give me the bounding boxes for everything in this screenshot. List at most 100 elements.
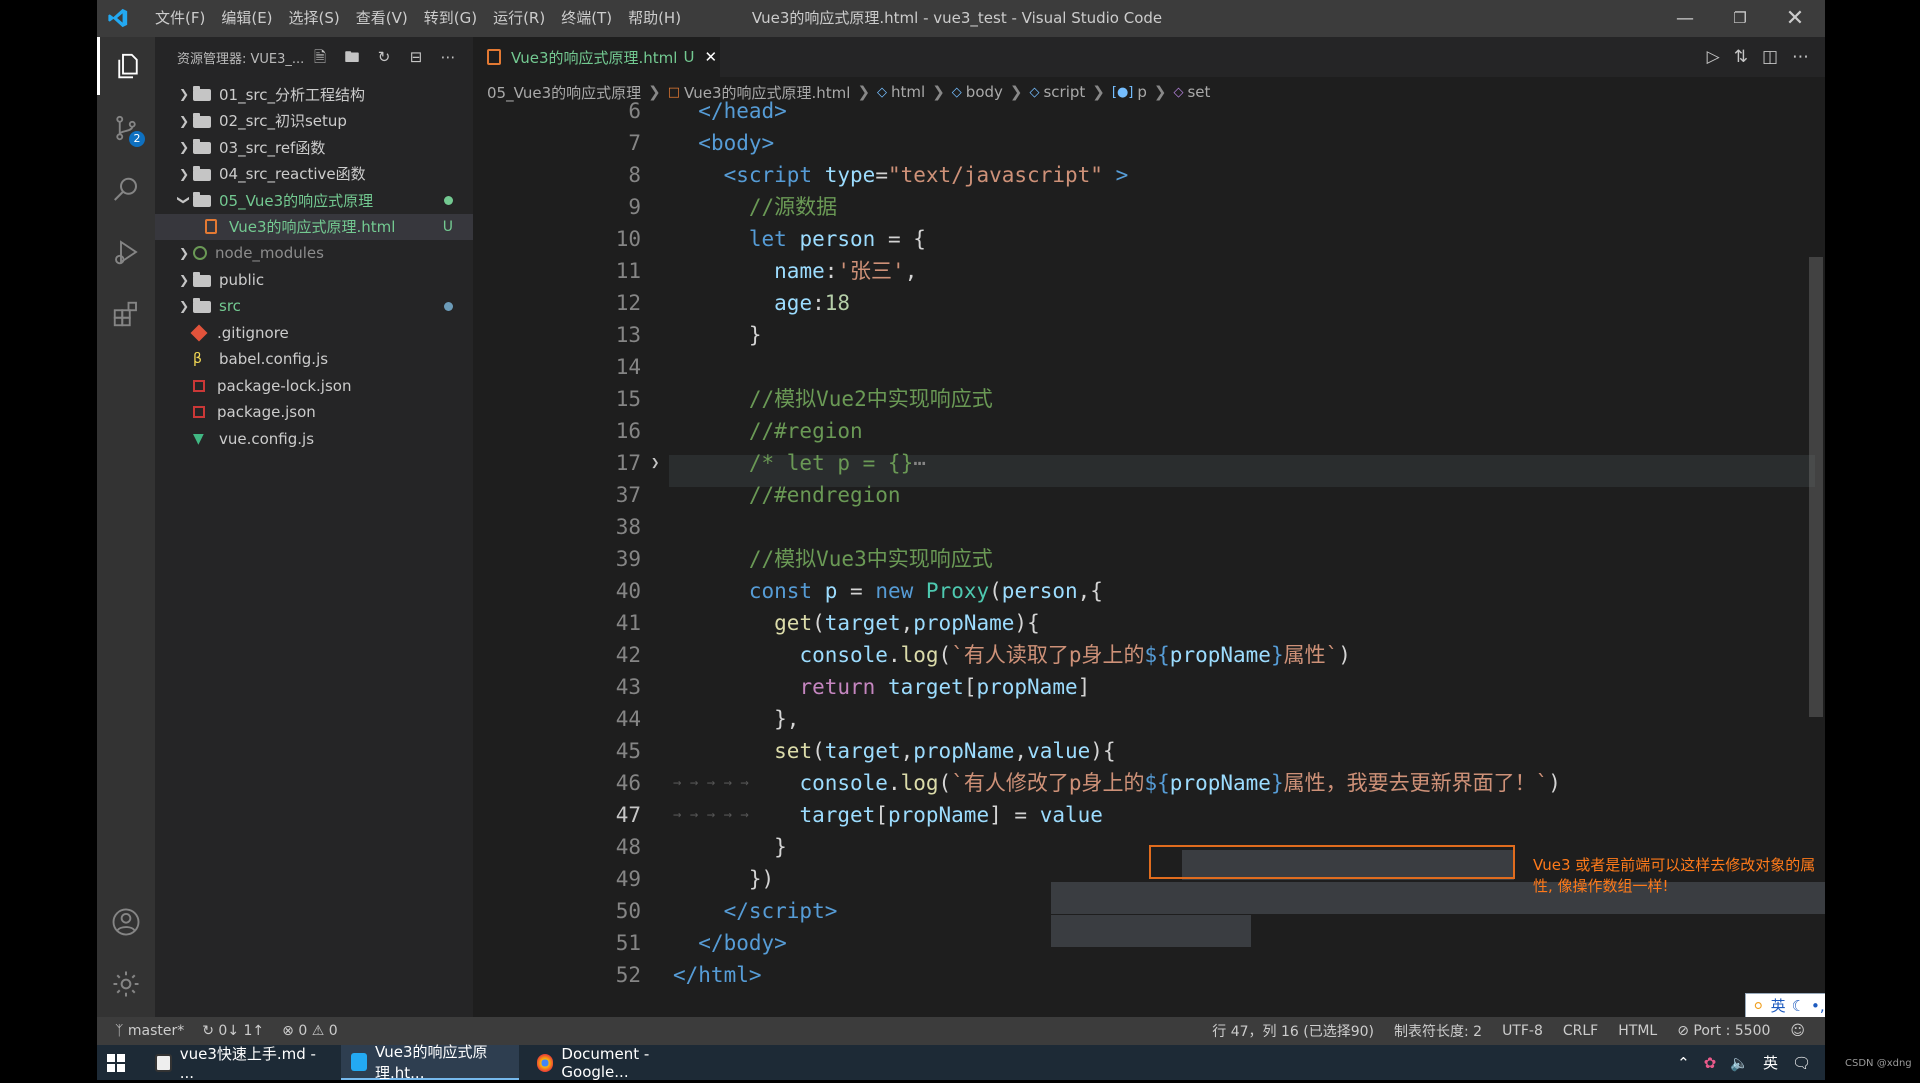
problems-indicator[interactable]: ⊗ 0 ⚠ 0 xyxy=(282,1023,337,1039)
chevron-up-icon[interactable]: ⌃ xyxy=(1677,1054,1690,1072)
code-text: target[propName] = value xyxy=(799,803,1103,827)
live-server-port[interactable]: ⊘ Port : 5500 xyxy=(1677,1023,1770,1039)
volume-icon[interactable]: 🔈 xyxy=(1730,1054,1749,1072)
chevron-right-icon: ❯ xyxy=(178,87,190,102)
line-number: 49 xyxy=(615,867,641,891)
menu-terminal[interactable]: 终端(T) xyxy=(553,0,620,37)
start-button[interactable] xyxy=(97,1045,137,1080)
close-window-button[interactable]: ✕ xyxy=(1767,0,1823,37)
manage-gear-icon[interactable] xyxy=(97,955,155,1013)
chrome-app-icon xyxy=(537,1053,554,1072)
tree-item-vue-config[interactable]: ▼ vue.config.js xyxy=(155,426,473,453)
taskbar-item-typora[interactable]: vue3快速上手.md - ... xyxy=(145,1045,321,1082)
minimize-button[interactable]: — xyxy=(1657,0,1713,37)
vscode-logo-icon xyxy=(108,8,128,28)
line-number: 52 xyxy=(615,963,641,987)
code-text: console.log(`有人读取了p身上的${propName}属性`) xyxy=(799,643,1351,667)
tree-item-04-src[interactable]: ❯ 04_src_reactive函数 xyxy=(155,161,473,188)
tree-item-03-src[interactable]: ❯ 03_src_ref函数 xyxy=(155,134,473,161)
tray-app-icon[interactable]: ✿ xyxy=(1704,1054,1717,1072)
code-line: 52 </html> xyxy=(473,959,1825,991)
notification-icon[interactable]: 🗨 xyxy=(1792,1054,1811,1072)
new-file-icon[interactable]: 🗎 xyxy=(309,46,331,68)
compare-changes-icon[interactable]: ⇅ xyxy=(1734,47,1748,67)
tree-item-src[interactable]: ❯ src xyxy=(155,293,473,320)
explorer-icon[interactable] xyxy=(97,37,155,95)
vscode-app-icon xyxy=(351,1052,367,1071)
tree-item-babel[interactable]: β babel.config.js xyxy=(155,346,473,373)
watermark: CSDN @xdng xyxy=(1845,1058,1912,1069)
tree-item-node-modules[interactable]: ❯ node_modules xyxy=(155,240,473,267)
line-number: 39 xyxy=(615,547,641,571)
language-mode[interactable]: HTML xyxy=(1618,1023,1657,1039)
branch-indicator[interactable]: ᛉ master* xyxy=(115,1023,184,1039)
scrollbar[interactable] xyxy=(1809,257,1823,717)
split-editor-icon[interactable]: ◫ xyxy=(1762,47,1778,67)
tab-status: U xyxy=(683,48,695,66)
ime-language[interactable]: 英 xyxy=(1771,995,1786,1016)
code-text: age:18 xyxy=(774,291,851,315)
feedback-icon[interactable]: ☺ xyxy=(1790,1023,1805,1039)
fold-chevron-icon[interactable]: ❯ xyxy=(651,447,659,479)
source-control-badge: 2 xyxy=(129,131,145,147)
menu-file[interactable]: 文件(F) xyxy=(147,0,213,37)
code-text: }, xyxy=(673,707,800,731)
tree-item-02-src[interactable]: ❯ 02_src_初识setup xyxy=(155,108,473,135)
taskbar: vue3快速上手.md - ... Vue3的响应式原理.ht... Docum… xyxy=(97,1043,1825,1082)
taskbar-item-vscode[interactable]: Vue3的响应式原理.ht... xyxy=(341,1043,519,1082)
cursor-position[interactable]: 行 47，列 16 (已选择90) xyxy=(1212,1021,1374,1041)
collapse-all-icon[interactable]: ⊟ xyxy=(405,46,427,68)
line-number: 44 xyxy=(615,707,641,731)
tree-item-05-vue3[interactable]: ❯ 05_Vue3的响应式原理 xyxy=(155,187,473,214)
restore-button[interactable]: ❐ xyxy=(1712,0,1768,37)
end-of-line[interactable]: CRLF xyxy=(1563,1023,1598,1039)
code-line: 42 console.log(`有人读取了p身上的${propName}属性`) xyxy=(473,639,1825,671)
line-number: 11 xyxy=(615,259,641,283)
indentation[interactable]: 制表符长度: 2 xyxy=(1394,1021,1482,1041)
code-line: 6 </head> xyxy=(473,95,1825,127)
menu-selection[interactable]: 选择(S) xyxy=(281,0,348,37)
menu-edit[interactable]: 编辑(E) xyxy=(213,0,280,37)
status-bar: ᛉ master* ↻ 0↓ 1↑ ⊗ 0 ⚠ 0 行 47，列 16 (已选择… xyxy=(97,1017,1825,1045)
tree-item-01-src[interactable]: ❯ 01_src_分析工程结构 xyxy=(155,81,473,108)
ime-toolbar[interactable]: ⚪ 英 ☾ •, ⌨ ☻ 🔧 xyxy=(1745,993,1825,1018)
tray-language[interactable]: 英 xyxy=(1763,1052,1778,1073)
system-tray: ⌃ ✿ 🔈 英 🗨 xyxy=(1677,1045,1811,1080)
tree-item-public[interactable]: ❯ public xyxy=(155,267,473,294)
run-debug-icon[interactable] xyxy=(97,223,155,281)
html-file-icon xyxy=(487,49,501,65)
close-tab-icon[interactable]: ✕ xyxy=(704,48,717,66)
code-text: </html> xyxy=(673,963,762,987)
menu-run[interactable]: 运行(R) xyxy=(485,0,553,37)
code-line: 16 //#region xyxy=(473,415,1825,447)
line-number: 12 xyxy=(615,291,641,315)
menu-go[interactable]: 转到(G) xyxy=(416,0,485,37)
taskbar-item-chrome[interactable]: Document - Google... xyxy=(527,1045,707,1081)
code-line: 47 → → → → → target[propName] = value xyxy=(473,799,1825,831)
punctuation-icon[interactable]: •, xyxy=(1811,997,1825,1015)
extensions-icon[interactable] xyxy=(97,285,155,343)
menu-view[interactable]: 查看(V) xyxy=(348,0,416,37)
code-editor[interactable]: 6 </head> 7 <body> 8 <script type="text/… xyxy=(473,99,1825,1017)
tree-item-vue3-html[interactable]: Vue3的响应式原理.html U xyxy=(155,213,473,240)
tab-vue3-html[interactable]: Vue3的响应式原理.html U ✕ xyxy=(473,37,720,77)
run-icon[interactable]: ▷ xyxy=(1707,47,1720,67)
tree-item-gitignore[interactable]: .gitignore xyxy=(155,320,473,347)
new-folder-icon[interactable]: 🖿 xyxy=(341,46,363,68)
line-number: 15 xyxy=(615,387,641,411)
encoding[interactable]: UTF-8 xyxy=(1502,1023,1543,1039)
untracked-badge: U xyxy=(442,218,453,235)
line-number: 43 xyxy=(615,675,641,699)
sync-indicator[interactable]: ↻ 0↓ 1↑ xyxy=(202,1023,264,1039)
code-line: 39 //模拟Vue3中实现响应式 xyxy=(473,543,1825,575)
accounts-icon[interactable] xyxy=(97,893,155,951)
line-number: 50 xyxy=(615,899,641,923)
more-actions-icon[interactable]: ⋯ xyxy=(437,46,459,68)
moon-icon[interactable]: ☾ xyxy=(1792,997,1805,1015)
more-actions-icon[interactable]: ⋯ xyxy=(1792,47,1809,67)
tree-item-package[interactable]: package.json xyxy=(155,399,473,426)
tree-item-package-lock[interactable]: package-lock.json xyxy=(155,373,473,400)
source-control-icon[interactable]: 2 xyxy=(97,99,155,157)
refresh-icon[interactable]: ↻ xyxy=(373,46,395,68)
search-icon[interactable] xyxy=(97,161,155,219)
